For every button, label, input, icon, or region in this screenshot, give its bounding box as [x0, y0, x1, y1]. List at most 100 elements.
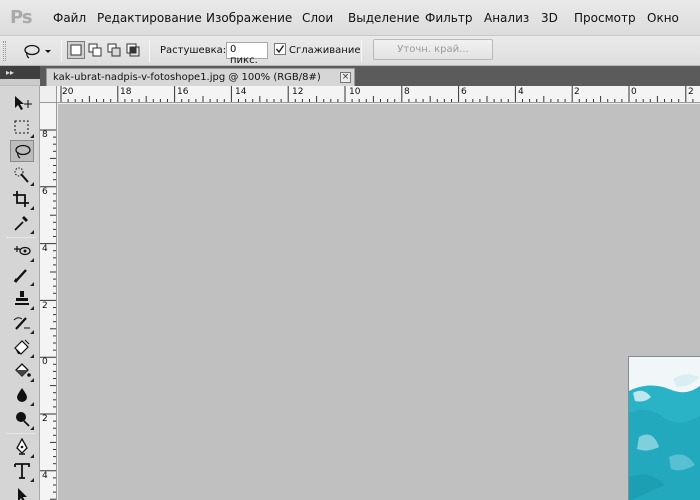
tool-flyout-indicator: [30, 230, 34, 234]
ruler-tick-label: 4: [518, 87, 524, 97]
close-icon[interactable]: ×: [340, 72, 351, 83]
menu-select[interactable]: Выделение: [348, 11, 419, 25]
ruler-tick-label: 20: [62, 87, 74, 97]
path-selection-icon: [18, 488, 27, 500]
eraser-icon: [14, 339, 30, 355]
crop-tool[interactable]: [10, 188, 34, 210]
antialias-label: Сглаживание: [289, 45, 361, 56]
ruler-horizontal[interactable]: 20 18 16 14 12 10 8 6 4 2 0 2: [57, 86, 700, 103]
tools-panel: ▸▸: [0, 66, 40, 500]
tool-flyout-indicator: [30, 454, 34, 458]
ruler-vertical[interactable]: 8 6 4 2 0 2 4: [40, 103, 57, 500]
menu-bar: Ps Файл Редактирование Изображение Слои …: [0, 0, 700, 36]
tools-panel-collapse[interactable]: ▸▸: [0, 66, 40, 79]
blur-tool[interactable]: [10, 384, 34, 406]
ruler-tick-label: 16: [177, 87, 189, 97]
pen-icon: [16, 438, 28, 455]
tool-flyout-indicator: [30, 282, 34, 286]
spot-healing-icon: [14, 246, 31, 256]
tool-flyout-indicator: [30, 426, 34, 430]
menu-filter[interactable]: Фильтр: [425, 11, 472, 25]
paint-bucket-icon: [15, 363, 31, 377]
move-tool[interactable]: [10, 92, 34, 114]
paint-bucket-tool[interactable]: [10, 360, 34, 382]
tools-separator: [6, 433, 36, 434]
ruler-tick-label: 2: [42, 414, 48, 424]
ruler-tick-label: 2: [574, 87, 580, 97]
tool-flyout-indicator: [30, 330, 34, 334]
subtract-from-selection-button[interactable]: [105, 41, 123, 59]
marquee-tool[interactable]: [10, 116, 34, 138]
document-tab[interactable]: kak-ubrat-nadpis-v-fotoshope1.jpg @ 100%…: [46, 68, 355, 86]
ruler-tick-label: 2: [42, 301, 48, 311]
options-bar-grip[interactable]: [3, 41, 6, 61]
lasso-preset-icon: [24, 44, 51, 59]
options-separator: [361, 40, 362, 62]
ruler-tick-label: 0: [631, 87, 637, 97]
quick-selection-tool[interactable]: [10, 164, 34, 186]
menu-layers[interactable]: Слои: [302, 11, 333, 25]
menu-3d[interactable]: 3D: [541, 11, 558, 25]
image-content: [629, 357, 700, 500]
tool-flyout-indicator: [30, 306, 34, 310]
options-separator: [61, 40, 62, 62]
ruler-tick-label: 14: [235, 87, 247, 97]
ruler-tick-label: 8: [404, 87, 410, 97]
ruler-tick-label: 6: [461, 87, 467, 97]
options-separator: [149, 40, 150, 62]
intersect-selection-button[interactable]: [124, 41, 142, 59]
ruler-horizontal-ticks: [60, 86, 694, 102]
menu-edit[interactable]: Редактирование: [97, 11, 202, 25]
eraser-tool[interactable]: [10, 336, 34, 358]
quick-selection-icon: [14, 167, 29, 183]
checkmark-icon: [275, 45, 285, 54]
path-selection-tool[interactable]: [10, 484, 34, 500]
tool-preset-picker[interactable]: [19, 41, 57, 61]
type-icon: [14, 463, 30, 479]
subtract-selection-icon: [107, 43, 121, 57]
ruler-tick-label: 2: [688, 87, 694, 97]
pen-tool[interactable]: [10, 436, 34, 458]
document-canvas[interactable]: [58, 104, 700, 500]
tools-panel-grip[interactable]: [0, 79, 40, 86]
history-brush-tool[interactable]: [10, 312, 34, 334]
lasso-icon: [15, 144, 31, 159]
clone-stamp-icon: [15, 291, 29, 305]
tool-flyout-indicator: [30, 258, 34, 262]
ruler-tick-label: 8: [42, 130, 48, 140]
ruler-tick-label: 12: [292, 87, 304, 97]
ruler-tick-label: 6: [42, 187, 48, 197]
new-selection-icon: [70, 44, 82, 56]
intersect-selection-icon: [126, 43, 140, 57]
tool-flyout-indicator: [30, 354, 34, 358]
crop-icon: [13, 191, 29, 207]
history-brush-icon: [13, 317, 30, 330]
menu-analysis[interactable]: Анализ: [484, 11, 529, 25]
spot-healing-tool[interactable]: [10, 240, 34, 262]
ruler-origin[interactable]: [40, 86, 57, 103]
dodge-tool[interactable]: [10, 408, 34, 430]
clone-stamp-tool[interactable]: [10, 288, 34, 310]
menu-window[interactable]: Окно: [647, 11, 679, 25]
menu-image[interactable]: Изображение: [206, 11, 292, 25]
brush-tool[interactable]: [10, 264, 34, 286]
new-selection-button[interactable]: [67, 41, 85, 59]
ruler-tick-label: 4: [42, 244, 48, 254]
move-icon: [15, 96, 32, 110]
ruler-tick-label: 4: [42, 471, 48, 481]
tool-flyout-indicator: [30, 478, 34, 482]
refine-edge-button[interactable]: Уточн. край...: [373, 39, 493, 60]
eyedropper-tool[interactable]: [10, 212, 34, 234]
document-image[interactable]: [628, 356, 700, 500]
add-to-selection-button[interactable]: [86, 41, 104, 59]
lasso-tool[interactable]: [10, 140, 34, 162]
antialias-checkbox[interactable]: [274, 43, 286, 55]
type-tool[interactable]: [10, 460, 34, 482]
dodge-icon: [16, 412, 30, 427]
menu-file[interactable]: Файл: [53, 11, 86, 25]
blur-drop-icon: [17, 388, 27, 402]
brush-icon: [13, 269, 27, 283]
menu-view[interactable]: Просмотр: [574, 11, 636, 25]
feather-input[interactable]: 0 пикс.: [226, 42, 268, 66]
ruler-tick-label: 18: [120, 87, 132, 97]
